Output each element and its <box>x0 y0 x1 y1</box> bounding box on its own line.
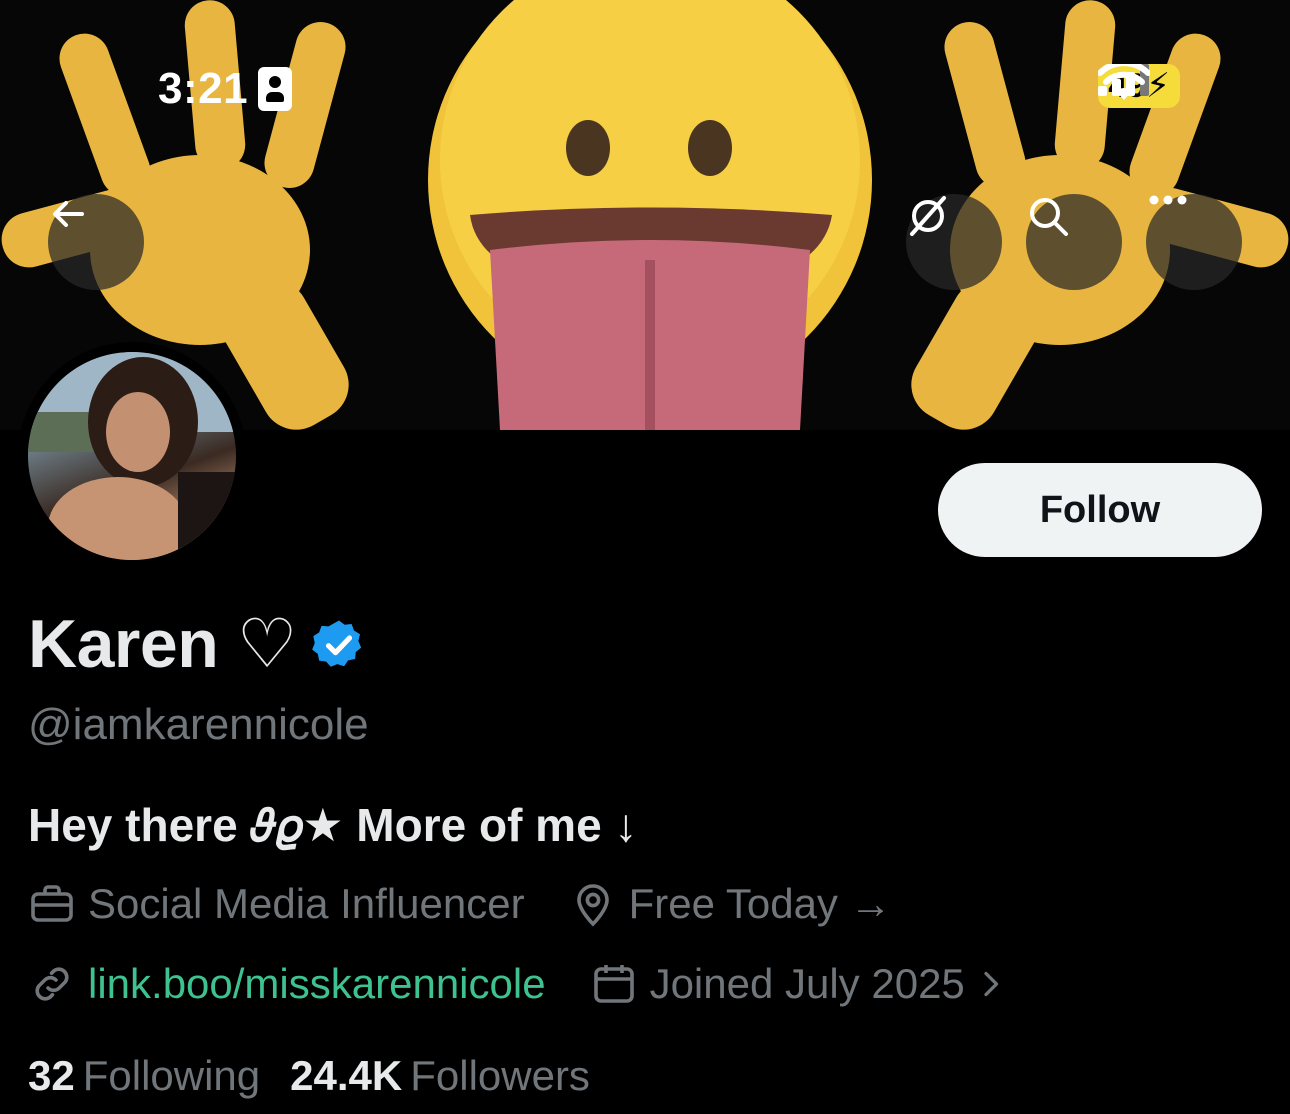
meta-row-1: Social Media Influencer Free Today → <box>28 880 936 928</box>
website-item[interactable]: link.boo/misskarennicole <box>28 960 546 1008</box>
following-count: 32 <box>28 1052 75 1099</box>
more-button[interactable] <box>1146 194 1242 290</box>
following-label: Following <box>82 1052 261 1099</box>
back-arrow-icon <box>53 201 84 227</box>
back-button[interactable] <box>48 194 144 290</box>
verified-badge-icon[interactable] <box>311 617 367 673</box>
following-stat[interactable]: 32 Following <box>28 1052 260 1100</box>
follow-stats: 32 Following 24.4K Followers <box>28 1052 590 1100</box>
profession-item: Social Media Influencer <box>28 880 525 928</box>
briefcase-icon <box>31 885 73 922</box>
link-icon <box>35 967 69 1001</box>
avatar[interactable] <box>18 342 246 570</box>
status-icons: 49⚡ <box>1098 64 1180 108</box>
avatar-photo <box>28 352 236 560</box>
meta-row-2: link.boo/misskarennicole Joined July 202… <box>28 960 1051 1008</box>
location-item: Free Today → <box>569 880 892 928</box>
joined-item[interactable]: Joined July 2025 <box>590 960 1007 1008</box>
chevron-right-icon <box>984 971 998 997</box>
grok-button[interactable] <box>906 194 1002 290</box>
grok-icon <box>910 196 946 236</box>
bio: Hey there 𝜗𝜚★ More of me ↓ <box>28 799 638 851</box>
name-row: Karen ♡ <box>28 605 367 684</box>
location-pin-icon <box>576 884 609 927</box>
follow-button[interactable]: Follow <box>938 463 1262 557</box>
wifi-icon <box>1098 64 1151 100</box>
followers-label: Followers <box>410 1052 590 1099</box>
followers-count: 24.4K <box>290 1052 403 1099</box>
search-button[interactable] <box>1026 194 1122 290</box>
website-link[interactable]: link.boo/misskarennicole <box>88 960 546 1008</box>
calendar-icon <box>593 965 634 1003</box>
contact-card-icon <box>258 67 293 111</box>
followers-stat[interactable]: 24.4K Followers <box>290 1052 590 1100</box>
search-icon <box>1030 198 1068 236</box>
display-name: Karen ♡ <box>28 606 298 682</box>
status-time: 3:21 <box>158 64 293 114</box>
handle: @iamkarennicole <box>28 700 369 749</box>
more-icon <box>1149 195 1187 205</box>
